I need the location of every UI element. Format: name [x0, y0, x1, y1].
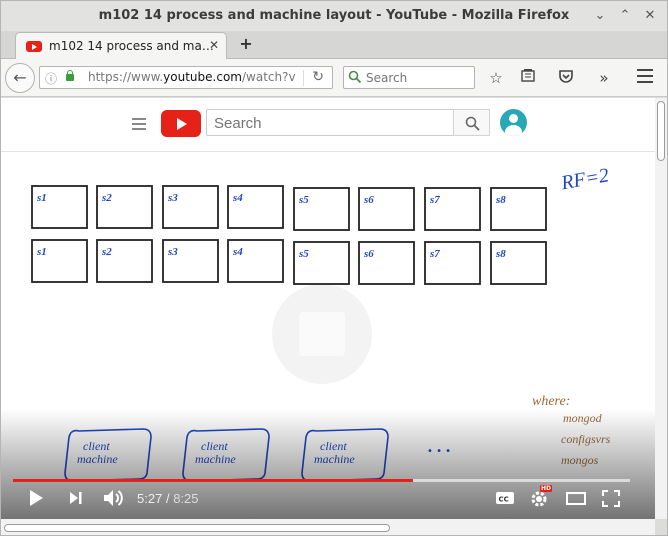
url-path: /watch?v [241, 70, 296, 84]
where-title: where: [532, 394, 570, 409]
bookmark-star-icon[interactable]: ☆ [486, 68, 506, 88]
volume-button[interactable] [102, 487, 126, 509]
fullscreen-icon [602, 490, 620, 507]
next-button[interactable] [67, 487, 85, 509]
theater-mode-button[interactable] [565, 487, 587, 509]
title-bar: m102 14 process and machine layout - You… [1, 1, 667, 31]
url-prefix: https://www. [88, 70, 164, 84]
shard-label: s6 [363, 248, 374, 260]
settings-button[interactable]: HD [529, 485, 553, 509]
shard-label: s5 [298, 194, 309, 206]
captions-icon: CC [496, 492, 514, 504]
volume-icon [104, 490, 123, 506]
shard-label: s3 [167, 246, 178, 258]
tab-youtube[interactable]: m102 14 process and ma… ✕ [15, 32, 227, 59]
play-button[interactable] [27, 487, 45, 509]
played-bar [13, 479, 413, 482]
reader-view-icon[interactable] [518, 68, 538, 88]
guide-menu-icon[interactable] [132, 118, 146, 133]
captions-button[interactable]: CC [495, 487, 515, 509]
horizontal-scrollbar[interactable] [1, 519, 655, 535]
shard-label: s4 [232, 192, 243, 204]
url-separator [303, 70, 304, 86]
shard-label: s4 [232, 246, 243, 258]
browser-search-input[interactable] [366, 69, 466, 86]
next-icon [70, 492, 82, 504]
url-text: https://www.youtube.com/watch?v [88, 70, 296, 84]
url-bar[interactable]: ⓘ https://www.youtube.com/watch?v ↻ [39, 66, 333, 89]
maximize-button[interactable]: ⌃ [616, 7, 634, 25]
navigation-bar: ← ⓘ https://www.youtube.com/watch?v ↻ ☆ … [1, 59, 667, 97]
time-separator: / [165, 491, 170, 506]
shard-label: s8 [495, 194, 506, 206]
theater-icon [566, 492, 586, 505]
duration: 8:25 [173, 491, 199, 506]
controls-gradient [1, 409, 655, 519]
browser-window: m102 14 process and machine layout - You… [0, 0, 668, 536]
shard-label: s7 [429, 248, 440, 260]
browser-search-bar[interactable] [343, 66, 475, 89]
time-display: 5:27 / 8:25 [137, 491, 199, 506]
hamburger-menu-icon[interactable] [637, 69, 653, 87]
shard-label: s5 [298, 248, 309, 260]
shard-label: s8 [495, 248, 506, 260]
tab-title: m102 14 process and ma… [49, 39, 214, 53]
page-content: s1s2s3s4s5s6s7s8s1s2s3s4s5s6s7s8 RF=2 cl… [1, 98, 655, 519]
fullscreen-button[interactable] [601, 487, 621, 509]
shard-label: s6 [363, 194, 374, 206]
account-avatar[interactable] [500, 109, 527, 136]
minimize-button[interactable]: ⌄ [591, 7, 609, 25]
back-arrow-icon: ← [13, 68, 27, 87]
back-button[interactable]: ← [5, 63, 35, 93]
youtube-search-button[interactable] [453, 109, 490, 136]
youtube-logo[interactable] [161, 110, 201, 137]
shard-label: s1 [36, 192, 47, 204]
youtube-masthead [1, 98, 655, 152]
shard-label: s7 [429, 194, 440, 206]
search-engine-icon [348, 70, 362, 87]
hd-badge: HD [540, 485, 553, 492]
new-tab-button[interactable]: + [237, 34, 255, 53]
pocket-icon[interactable] [556, 68, 576, 88]
close-window-button[interactable]: ✕ [641, 7, 659, 25]
youtube-search-box[interactable] [206, 109, 454, 136]
shard-label: s2 [101, 246, 112, 258]
rf-note: RF=2 [559, 164, 611, 194]
reload-icon[interactable]: ↻ [312, 69, 324, 85]
url-host: youtube.com [163, 70, 242, 84]
horizontal-scroll-thumb[interactable] [4, 524, 390, 532]
info-icon[interactable]: ⓘ [45, 70, 57, 87]
shard-label: s2 [101, 192, 112, 204]
tab-strip: m102 14 process and ma… ✕ + [1, 31, 667, 59]
overflow-chevron-icon[interactable]: » [594, 68, 614, 88]
vertical-scroll-thumb[interactable] [657, 101, 665, 161]
progress-bar[interactable] [13, 479, 630, 482]
tab-close-icon[interactable]: ✕ [209, 38, 219, 52]
play-icon [30, 490, 43, 506]
window-title: m102 14 process and machine layout - You… [98, 8, 570, 23]
shard-label: s1 [36, 246, 47, 258]
youtube-favicon-icon [26, 41, 42, 52]
lock-icon [66, 70, 74, 81]
video-player[interactable]: s1s2s3s4s5s6s7s8s1s2s3s4s5s6s7s8 RF=2 cl… [1, 154, 655, 519]
vertical-scrollbar[interactable] [655, 98, 667, 519]
svg-text:CC: CC [499, 496, 509, 504]
shard-label: s3 [167, 192, 178, 204]
current-time: 5:27 [137, 491, 163, 506]
youtube-search-input[interactable] [214, 114, 444, 132]
search-icon [465, 116, 480, 131]
